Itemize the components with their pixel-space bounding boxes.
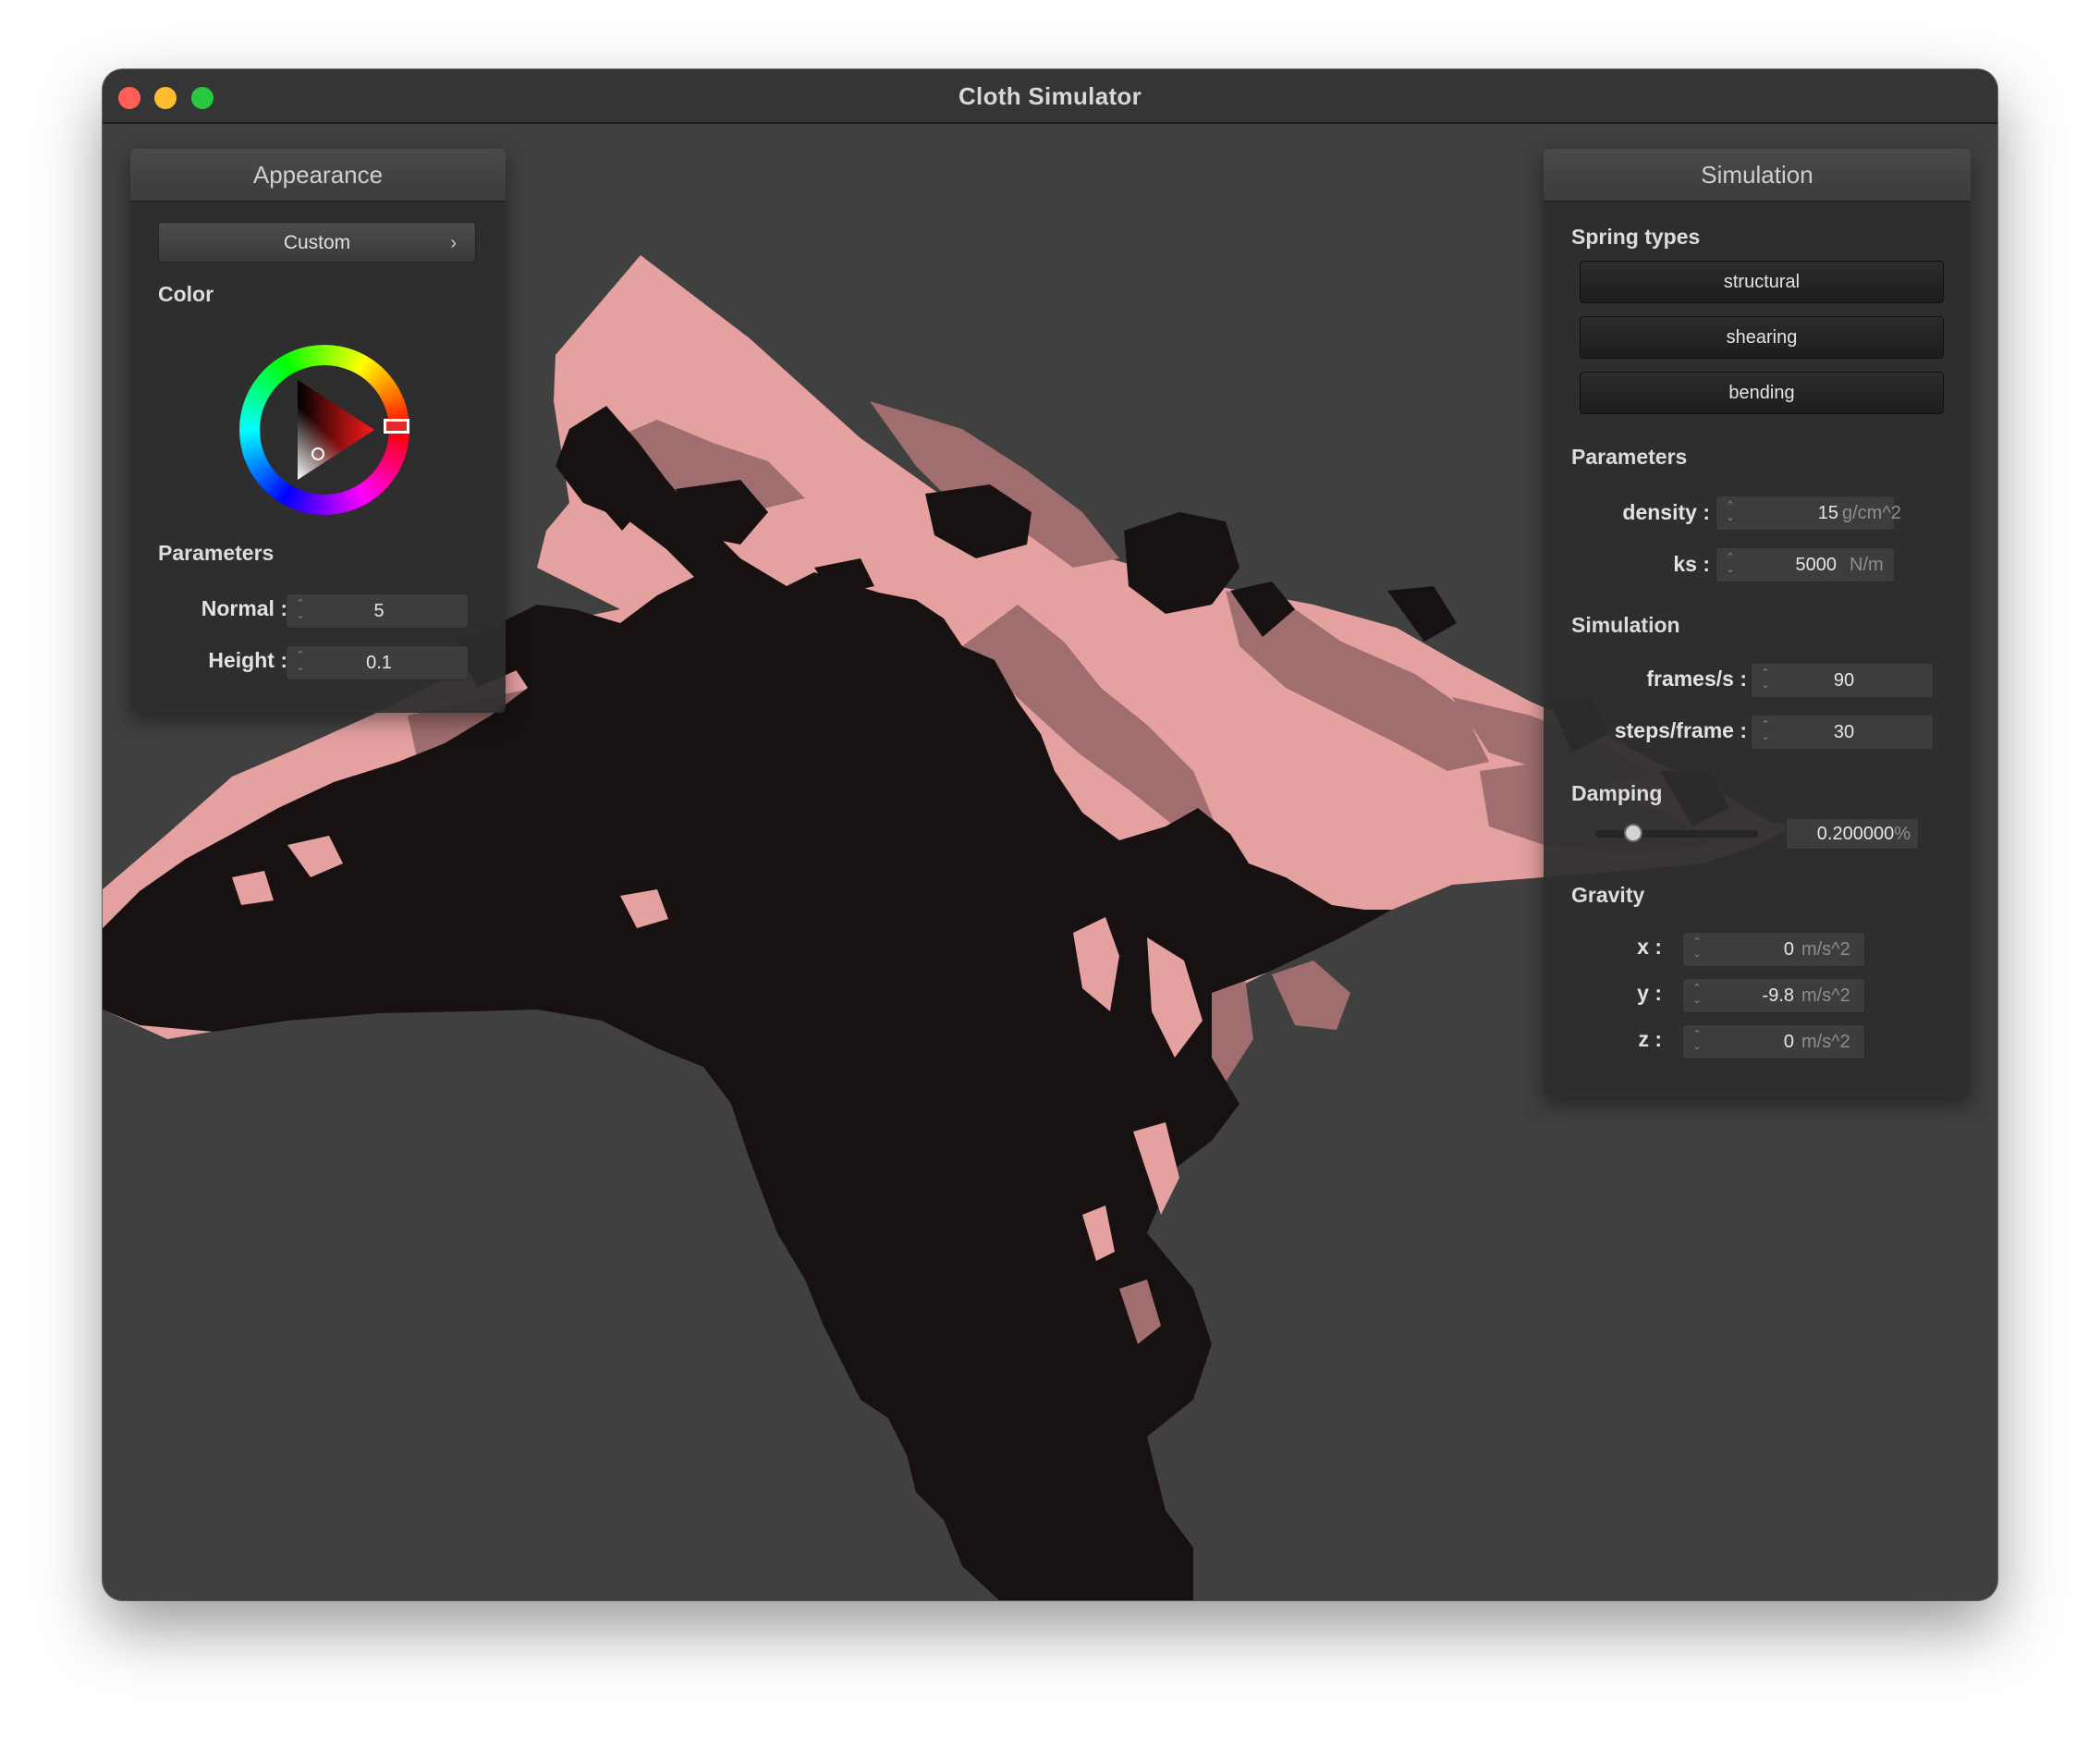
frames-per-s-spinbox[interactable]: ⌃ ⌄ 90 <box>1751 663 1934 698</box>
spring-types-label: Spring types <box>1571 225 1701 249</box>
stepper-arrows-icon[interactable]: ⌃ ⌄ <box>1691 936 1703 962</box>
stepper-arrows-icon[interactable]: ⌃ ⌄ <box>1691 1029 1703 1055</box>
gravity-x-spinbox[interactable]: ⌃ ⌄ 0 m/s^2 <box>1682 932 1865 967</box>
density-unit: g/cm^2 <box>1842 503 1901 523</box>
gravity-z-unit: m/s^2 <box>1801 1032 1850 1052</box>
normal-spinbox[interactable]: ⌃ ⌄ 5 <box>286 594 469 629</box>
stepper-arrows-icon[interactable]: ⌃ ⌄ <box>1691 983 1703 1009</box>
appearance-panel-title: Appearance <box>130 149 506 202</box>
damping-value: 0.200000 <box>1816 824 1895 844</box>
appearance-panel: Appearance Custom › Color Parameters Nor… <box>130 149 506 713</box>
chevron-right-icon: › <box>450 233 457 253</box>
gravity-x-value: 0 <box>1783 939 1794 960</box>
frames-per-s-label: frames/s : <box>1646 667 1747 691</box>
height-value: 0.1 <box>366 653 392 673</box>
ks-label: ks : <box>1673 552 1710 576</box>
ks-unit: N/m <box>1850 555 1884 575</box>
stepper-arrows-icon[interactable]: ⌃ ⌄ <box>1760 667 1771 693</box>
damping-unit: % <box>1894 824 1911 844</box>
stepper-arrows-icon[interactable]: ⌃ ⌄ <box>295 650 306 676</box>
damping-label: Damping <box>1571 781 1663 805</box>
steps-per-frame-label: steps/frame : <box>1614 718 1747 742</box>
damping-slider[interactable] <box>1595 824 1758 842</box>
ks-spinbox[interactable]: ⌃ ⌄ 5000 N/m <box>1715 547 1895 582</box>
damping-slider-handle[interactable] <box>1624 824 1643 842</box>
damping-value-field[interactable]: 0.200000% <box>1786 818 1919 850</box>
title-bar: Cloth Simulator <box>103 69 1997 124</box>
appearance-parameters-label: Parameters <box>158 541 275 565</box>
density-label: density : <box>1622 500 1710 524</box>
simulation-panel-title: Simulation <box>1544 149 1971 202</box>
stepper-arrows-icon[interactable]: ⌃ ⌄ <box>1725 500 1736 526</box>
app-window: Cloth Simulator Appearance Custom › Colo… <box>103 69 1997 1600</box>
gravity-y-unit: m/s^2 <box>1801 985 1850 1006</box>
height-label: Height : <box>208 648 287 672</box>
density-spinbox[interactable]: ⌃ ⌄ 15 g/cm^2 <box>1715 496 1901 531</box>
gravity-x-label: x : <box>1637 935 1662 959</box>
normal-label: Normal : <box>201 596 287 620</box>
gravity-x-unit: m/s^2 <box>1801 939 1850 960</box>
stepper-arrows-icon[interactable]: ⌃ ⌄ <box>1725 552 1736 578</box>
ks-value: 5000 <box>1795 555 1838 575</box>
normal-value: 5 <box>373 601 385 621</box>
frames-per-s-value: 90 <box>1833 670 1855 691</box>
gravity-z-label: z : <box>1638 1027 1662 1051</box>
simulation-section-label: Simulation <box>1571 613 1680 637</box>
window-title: Cloth Simulator <box>958 82 1142 110</box>
steps-per-frame-value: 30 <box>1833 722 1855 742</box>
density-value: 15 <box>1817 503 1838 523</box>
structural-spring-button[interactable]: structural <box>1580 261 1944 303</box>
simulation-parameters-label: Parameters <box>1571 445 1688 469</box>
hue-marker[interactable] <box>384 419 409 434</box>
gravity-y-label: y : <box>1637 981 1662 1005</box>
preset-value: Custom <box>283 232 351 253</box>
gravity-y-value: -9.8 <box>1762 985 1794 1006</box>
gravity-label: Gravity <box>1571 883 1645 907</box>
steps-per-frame-spinbox[interactable]: ⌃ ⌄ 30 <box>1751 715 1934 750</box>
bending-spring-button[interactable]: bending <box>1580 372 1944 414</box>
gravity-y-spinbox[interactable]: ⌃ ⌄ -9.8 m/s^2 <box>1682 978 1865 1013</box>
color-wheel[interactable] <box>239 345 409 515</box>
gravity-z-spinbox[interactable]: ⌃ ⌄ 0 m/s^2 <box>1682 1024 1865 1059</box>
gravity-z-value: 0 <box>1783 1032 1794 1052</box>
stepper-arrows-icon[interactable]: ⌃ ⌄ <box>1760 719 1771 745</box>
color-label: Color <box>158 282 214 306</box>
simulation-panel: Simulation Spring types structural shear… <box>1544 149 1971 1097</box>
appearance-preset-dropdown[interactable]: Custom › <box>158 222 476 263</box>
stepper-arrows-icon[interactable]: ⌃ ⌄ <box>295 598 306 624</box>
shearing-spring-button[interactable]: shearing <box>1580 316 1944 359</box>
height-spinbox[interactable]: ⌃ ⌄ 0.1 <box>286 645 469 680</box>
